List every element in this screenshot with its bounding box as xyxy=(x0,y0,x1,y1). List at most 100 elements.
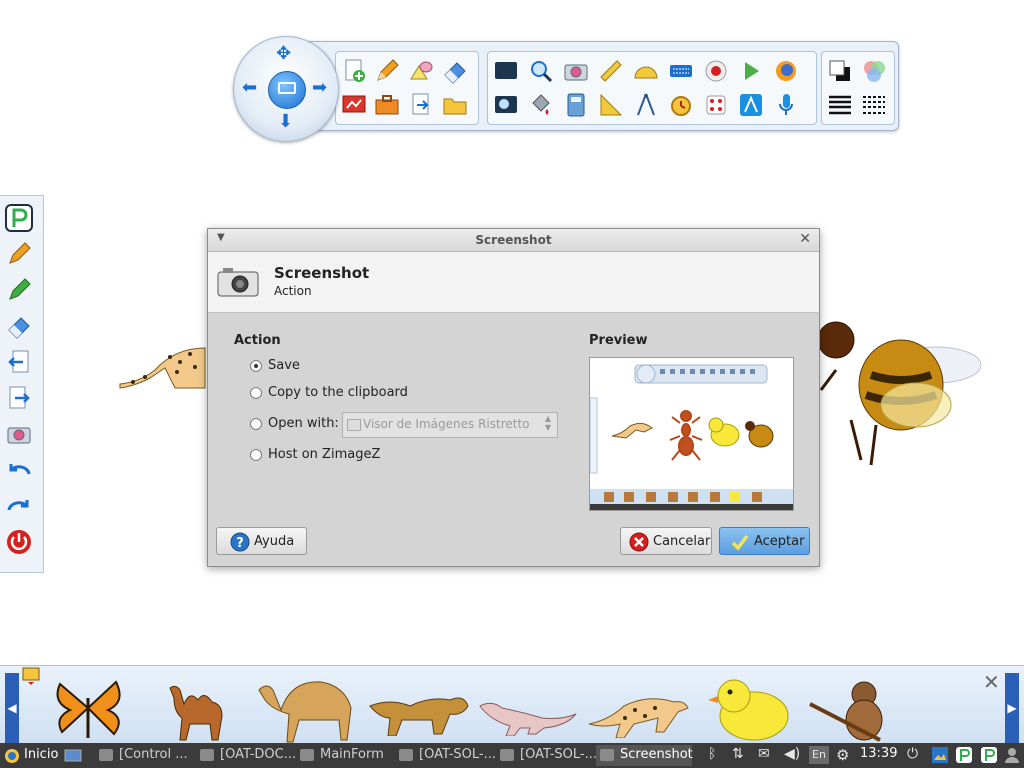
spotlight-icon[interactable] xyxy=(492,91,520,119)
butterfly-item[interactable] xyxy=(48,678,128,744)
volume-icon[interactable]: ◀) xyxy=(784,746,802,764)
browser-icon[interactable] xyxy=(772,57,800,85)
bluetooth-icon[interactable]: ᛒ xyxy=(708,746,726,764)
camera-icon[interactable] xyxy=(5,420,33,448)
undo-icon[interactable] xyxy=(5,456,33,484)
spin-arrows-icon: ▲ ▼ xyxy=(544,414,551,432)
radio-button[interactable] xyxy=(250,387,262,399)
show-desktop-button[interactable] xyxy=(64,745,84,766)
editor-icon xyxy=(500,749,514,761)
line-style-icon[interactable] xyxy=(860,91,888,119)
arrow-left-icon[interactable]: ⬅ xyxy=(242,79,257,97)
pencil-icon[interactable] xyxy=(373,57,401,85)
new-page-icon[interactable] xyxy=(340,57,368,85)
pencil-icon[interactable] xyxy=(5,240,33,268)
task-screenshot[interactable]: Screenshot xyxy=(596,745,693,766)
mail-icon[interactable]: ✉ xyxy=(758,746,776,764)
toolbar-group-drawing xyxy=(335,51,479,125)
set-square-icon[interactable] xyxy=(597,91,625,119)
toolbar-group-style xyxy=(821,51,895,125)
folder-icon[interactable] xyxy=(441,91,469,119)
camera-icon[interactable] xyxy=(562,57,590,85)
close-dock-icon[interactable]: ✕ xyxy=(983,670,1000,694)
eraser-icon[interactable] xyxy=(5,312,33,340)
dice-icon[interactable] xyxy=(702,91,730,119)
arrow-right-icon[interactable]: ➡ xyxy=(312,79,327,97)
keyboard-icon[interactable] xyxy=(667,57,695,85)
microphone-icon[interactable] xyxy=(772,91,800,119)
move-icon[interactable]: ✥ xyxy=(276,45,291,63)
dialog-window-title: Screenshot xyxy=(475,233,552,247)
help-button[interactable]: ? Ayuda xyxy=(216,527,307,555)
pen-app-icon[interactable] xyxy=(955,746,973,764)
screen-icon[interactable] xyxy=(492,57,520,85)
color-swap-icon[interactable] xyxy=(826,57,854,85)
scroll-right-button[interactable]: ▶ xyxy=(1005,673,1019,743)
power-icon[interactable]: ⏻ xyxy=(907,746,925,764)
accept-button[interactable]: Aceptar xyxy=(719,527,810,555)
open-with-select[interactable]: Visor de Imágenes Ristretto ▲ ▼ xyxy=(342,412,558,438)
arrow-down-icon[interactable]: ⬇ xyxy=(278,113,293,131)
import-icon[interactable] xyxy=(407,91,435,119)
close-icon[interactable]: ✕ xyxy=(799,231,811,247)
cancel-button[interactable]: Cancelar xyxy=(620,527,712,555)
radio-button[interactable] xyxy=(250,418,262,430)
screenshot-preview xyxy=(589,357,794,511)
redo-icon[interactable] xyxy=(5,492,33,520)
task-oat-sol-2[interactable]: [OAT-SOL-... xyxy=(500,745,597,766)
user-icon[interactable] xyxy=(1003,746,1021,764)
scroll-left-button[interactable]: ◀ xyxy=(5,673,19,743)
task-mainform[interactable]: MainForm xyxy=(300,745,386,766)
next-page-icon[interactable] xyxy=(5,384,33,412)
accept-button-label: Aceptar xyxy=(754,534,805,549)
magnifier-icon[interactable] xyxy=(527,57,555,85)
network-transfer-icon[interactable]: ⇅ xyxy=(732,746,750,764)
puma-item[interactable] xyxy=(366,684,471,736)
protractor-icon[interactable] xyxy=(632,57,660,85)
image-viewer-icon[interactable] xyxy=(931,746,949,764)
task-oat-sol-1[interactable]: [OAT-SOL-... xyxy=(399,745,496,766)
desktop-mode-icon[interactable] xyxy=(268,71,306,109)
dialog-titlebar[interactable]: ▼ Screenshot ✕ xyxy=(208,229,819,252)
cancel-button-label: Cancelar xyxy=(653,534,711,549)
camel-dromedary-item[interactable] xyxy=(255,676,360,744)
screen-capture-icon[interactable] xyxy=(20,666,42,686)
line-width-icon[interactable] xyxy=(826,91,854,119)
power-icon[interactable] xyxy=(5,528,33,556)
fill-bucket-icon[interactable] xyxy=(527,91,555,119)
pen-app-icon[interactable] xyxy=(980,746,998,764)
compass-icon[interactable] xyxy=(632,91,660,119)
highlighter-icon[interactable] xyxy=(5,276,33,304)
clock[interactable]: 13:39 xyxy=(860,746,900,764)
record-icon[interactable] xyxy=(702,57,730,85)
cheetah-item[interactable] xyxy=(585,688,690,738)
task-label: [OAT-SOL-... xyxy=(520,747,597,762)
toolbox-icon[interactable] xyxy=(373,91,401,119)
text-recognition-icon[interactable] xyxy=(737,91,765,119)
keyboard-layout-indicator[interactable]: En xyxy=(809,746,829,764)
previous-page-icon[interactable] xyxy=(5,348,33,376)
radio-button[interactable] xyxy=(250,360,262,372)
shapes-icon[interactable] xyxy=(407,57,435,85)
pen-mode-icon[interactable] xyxy=(5,204,33,232)
chick-item[interactable] xyxy=(704,676,794,744)
task-control-panel[interactable]: [Control ... xyxy=(99,745,189,766)
timer-icon[interactable] xyxy=(667,91,695,119)
camel-bactrian-item[interactable] xyxy=(162,678,234,744)
radio-button[interactable] xyxy=(250,449,262,461)
play-icon[interactable] xyxy=(737,57,765,85)
start-menu-button[interactable]: Inicio xyxy=(4,745,60,766)
dinosaur-item[interactable] xyxy=(478,692,578,736)
taskbar: Inicio [Control ... [OAT-DOC... MainForm… xyxy=(0,743,1024,768)
monkey-item[interactable] xyxy=(806,678,896,744)
calculator-icon[interactable] xyxy=(562,91,590,119)
color-palette-icon[interactable] xyxy=(860,57,888,85)
settings-icon[interactable]: ⚙ xyxy=(836,746,854,764)
option-label: Host on ZimageZ xyxy=(268,447,381,462)
option-label: Copy to the clipboard xyxy=(268,385,408,400)
task-oat-doc[interactable]: [OAT-DOC... xyxy=(200,745,296,766)
presentation-icon[interactable] xyxy=(340,91,368,119)
ruler-icon[interactable] xyxy=(597,57,625,85)
eraser-icon[interactable] xyxy=(441,57,469,85)
option-label: Open with: xyxy=(268,416,339,431)
